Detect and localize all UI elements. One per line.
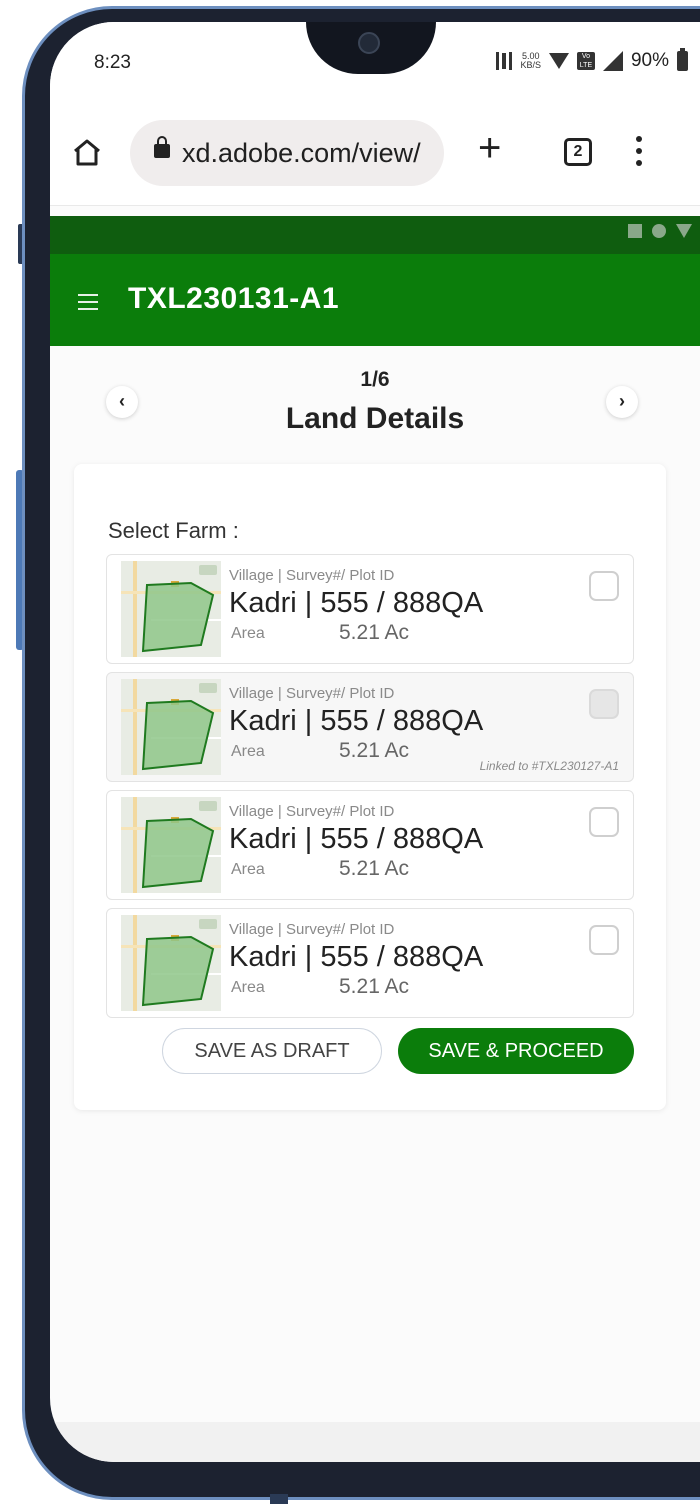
farm-option[interactable]: Village | Survey#/ Plot ID Kadri | 555 /… xyxy=(106,554,634,664)
app-nav-icons xyxy=(628,224,692,238)
status-icons: 5.00 KB/S Vo LTE 90% xyxy=(496,48,688,72)
app-header: TXL230131-A1 xyxy=(50,254,700,346)
more-menu-icon[interactable] xyxy=(636,136,644,170)
farm-name: Kadri | 555 / 888QA xyxy=(229,587,484,619)
farm-area-value: 5.21 Ac xyxy=(339,621,410,644)
address-bar[interactable]: xd.adobe.com/view/ xyxy=(130,120,444,186)
farm-area-label: Area xyxy=(231,743,265,760)
farm-subtitle: Village | Survey#/ Plot ID xyxy=(229,685,395,702)
save-and-proceed-button[interactable]: SAVE & PROCEED xyxy=(398,1028,634,1074)
farm-area-value: 5.21 Ac xyxy=(339,857,410,880)
plot-boundary-icon xyxy=(141,699,215,771)
save-as-draft-button[interactable]: SAVE AS DRAFT xyxy=(162,1028,382,1074)
signal-icon xyxy=(602,51,623,71)
select-farm-label: Select Farm : xyxy=(108,518,239,543)
linked-note: Linked to #TXL230127-A1 xyxy=(479,759,619,773)
farm-area-value: 5.21 Ac xyxy=(339,975,410,998)
phone-screen: 8:23 5.00 KB/S Vo LTE 90% xd.adobe.com/v… xyxy=(50,22,700,1462)
app-top-strip xyxy=(50,216,700,254)
farm-name: Kadri | 555 / 888QA xyxy=(229,941,484,973)
network-speed: 5.00 KB/S xyxy=(520,52,541,70)
bottom-gesture-bar xyxy=(50,1422,700,1462)
farm-area-label: Area xyxy=(231,625,265,642)
farm-map-thumbnail xyxy=(121,561,221,657)
farm-map-thumbnail xyxy=(121,915,221,1011)
farm-option: Village | Survey#/ Plot ID Kadri | 555 /… xyxy=(106,672,634,782)
farm-checkbox[interactable] xyxy=(589,807,619,837)
home-icon[interactable] xyxy=(72,138,102,166)
status-time: 8:23 xyxy=(94,52,131,73)
next-step-button[interactable]: › xyxy=(606,386,638,418)
farm-option[interactable]: Village | Survey#/ Plot ID Kadri | 555 /… xyxy=(106,908,634,1018)
farm-map-thumbnail xyxy=(121,679,221,775)
farm-option[interactable]: Village | Survey#/ Plot ID Kadri | 555 /… xyxy=(106,790,634,900)
farm-name: Kadri | 555 / 888QA xyxy=(229,705,484,737)
farm-checkbox[interactable] xyxy=(589,925,619,955)
farm-area-label: Area xyxy=(231,861,265,878)
hamburger-menu-icon[interactable] xyxy=(78,294,98,310)
vibrate-icon xyxy=(496,52,513,70)
step-counter: 1/6 xyxy=(360,368,390,391)
farm-checkbox-disabled xyxy=(589,689,619,719)
browser-toolbar: xd.adobe.com/view/ + 2 xyxy=(50,106,700,206)
wifi-icon xyxy=(548,53,569,69)
farm-area-value: 5.21 Ac xyxy=(339,739,410,762)
farm-subtitle: Village | Survey#/ Plot ID xyxy=(229,567,395,584)
circle-icon xyxy=(652,224,666,238)
new-tab-button[interactable]: + xyxy=(478,128,501,168)
battery-percent: 90% xyxy=(630,50,669,71)
farm-subtitle: Village | Survey#/ Plot ID xyxy=(229,921,395,938)
step-title: Land Details xyxy=(285,402,465,435)
plot-boundary-icon xyxy=(141,817,215,889)
land-details-card: Select Farm : Village | Survey#/ Plot ID… xyxy=(74,464,666,1110)
plot-boundary-icon xyxy=(141,581,215,653)
plot-boundary-icon xyxy=(141,935,215,1007)
farm-subtitle: Village | Survey#/ Plot ID xyxy=(229,803,395,820)
farm-name: Kadri | 555 / 888QA xyxy=(229,823,484,855)
status-bar: 8:23 5.00 KB/S Vo LTE 90% xyxy=(50,22,700,106)
triangle-icon xyxy=(676,224,692,238)
battery-icon xyxy=(677,48,688,71)
farm-map-thumbnail xyxy=(121,797,221,893)
page-title: TXL230131-A1 xyxy=(128,282,340,315)
front-camera-icon xyxy=(358,32,380,54)
lock-icon xyxy=(154,136,170,158)
square-icon xyxy=(628,224,642,238)
phone-bottom-port xyxy=(270,1494,288,1504)
farm-area-label: Area xyxy=(231,979,265,996)
volte-icon: Vo LTE xyxy=(576,52,595,70)
url-text: xd.adobe.com/view/ xyxy=(182,138,421,168)
tab-switcher-button[interactable]: 2 xyxy=(564,138,592,166)
farm-checkbox[interactable] xyxy=(589,571,619,601)
network-speed-unit: KB/S xyxy=(520,60,541,70)
